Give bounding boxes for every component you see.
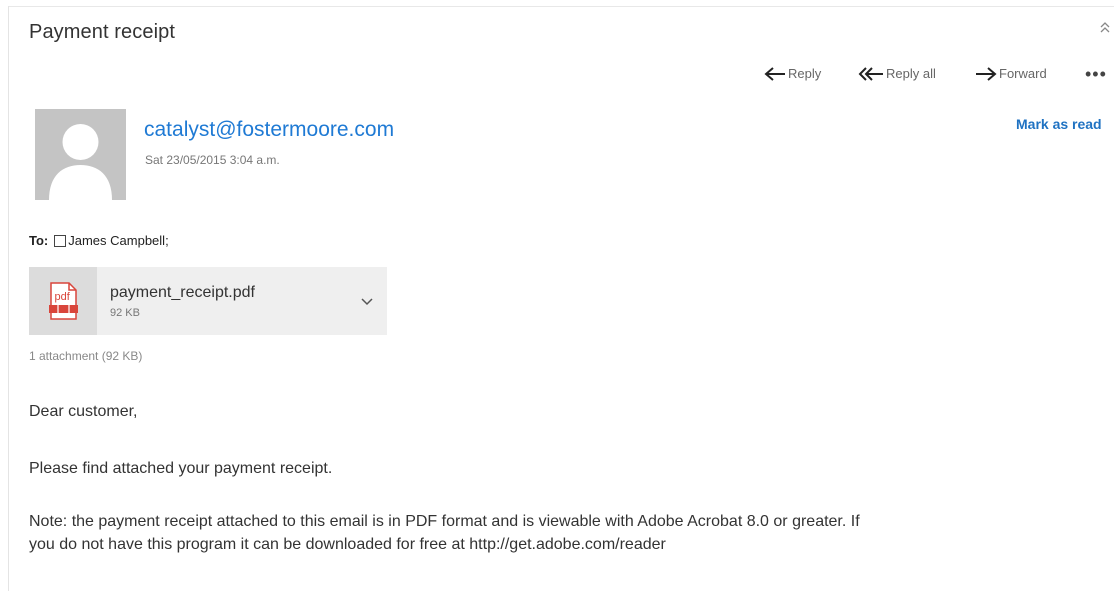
attachment-file-size: 92 KB (110, 307, 140, 319)
to-line: To: James Campbell; (29, 233, 169, 248)
body-note-line-1: Note: the payment receipt attached to th… (29, 513, 860, 530)
body-note-line-2: you do not have this program it can be d… (29, 536, 666, 553)
pdf-icon: pdf (49, 282, 78, 320)
forward-button[interactable]: Forward (975, 66, 1047, 81)
reply-all-arrow-icon (858, 66, 883, 81)
attachment-summary: 1 attachment (92 KB) (29, 349, 143, 363)
sender-email[interactable]: catalyst@fostermoore.com (144, 118, 394, 142)
reply-all-label: Reply all (886, 66, 936, 81)
forward-label: Forward (999, 66, 1047, 81)
body-greeting: Dear customer, (29, 403, 138, 420)
sent-date: Sat 23/05/2015 3:04 a.m. (145, 153, 280, 167)
pdf-file-tile: pdf (29, 267, 97, 335)
forward-arrow-icon (976, 66, 997, 81)
reply-arrow-icon (764, 66, 785, 81)
svg-text:pdf: pdf (55, 291, 71, 303)
attachment-file-name[interactable]: payment_receipt.pdf (110, 284, 255, 302)
reply-all-button[interactable]: Reply all (858, 66, 936, 81)
recipient-checkbox-icon (54, 234, 67, 247)
to-label: To: (29, 233, 49, 248)
collapse-icon[interactable] (1098, 20, 1112, 34)
person-placeholder-icon (49, 124, 112, 200)
more-actions-button[interactable]: ••• (1085, 65, 1107, 83)
body-paragraph: Please find attached your payment receip… (29, 460, 333, 477)
recipient-name: James Campbell; (68, 233, 169, 248)
sender-avatar (35, 109, 126, 200)
reply-label: Reply (788, 66, 822, 81)
recipient[interactable]: James Campbell; (54, 233, 169, 248)
chevron-down-icon[interactable] (360, 297, 374, 307)
mark-as-read-link[interactable]: Mark as read (1016, 116, 1102, 132)
reply-button[interactable]: Reply (764, 66, 821, 81)
email-subject: Payment receipt (29, 21, 176, 43)
header-divider (8, 6, 1114, 7)
pane-divider (8, 6, 9, 591)
